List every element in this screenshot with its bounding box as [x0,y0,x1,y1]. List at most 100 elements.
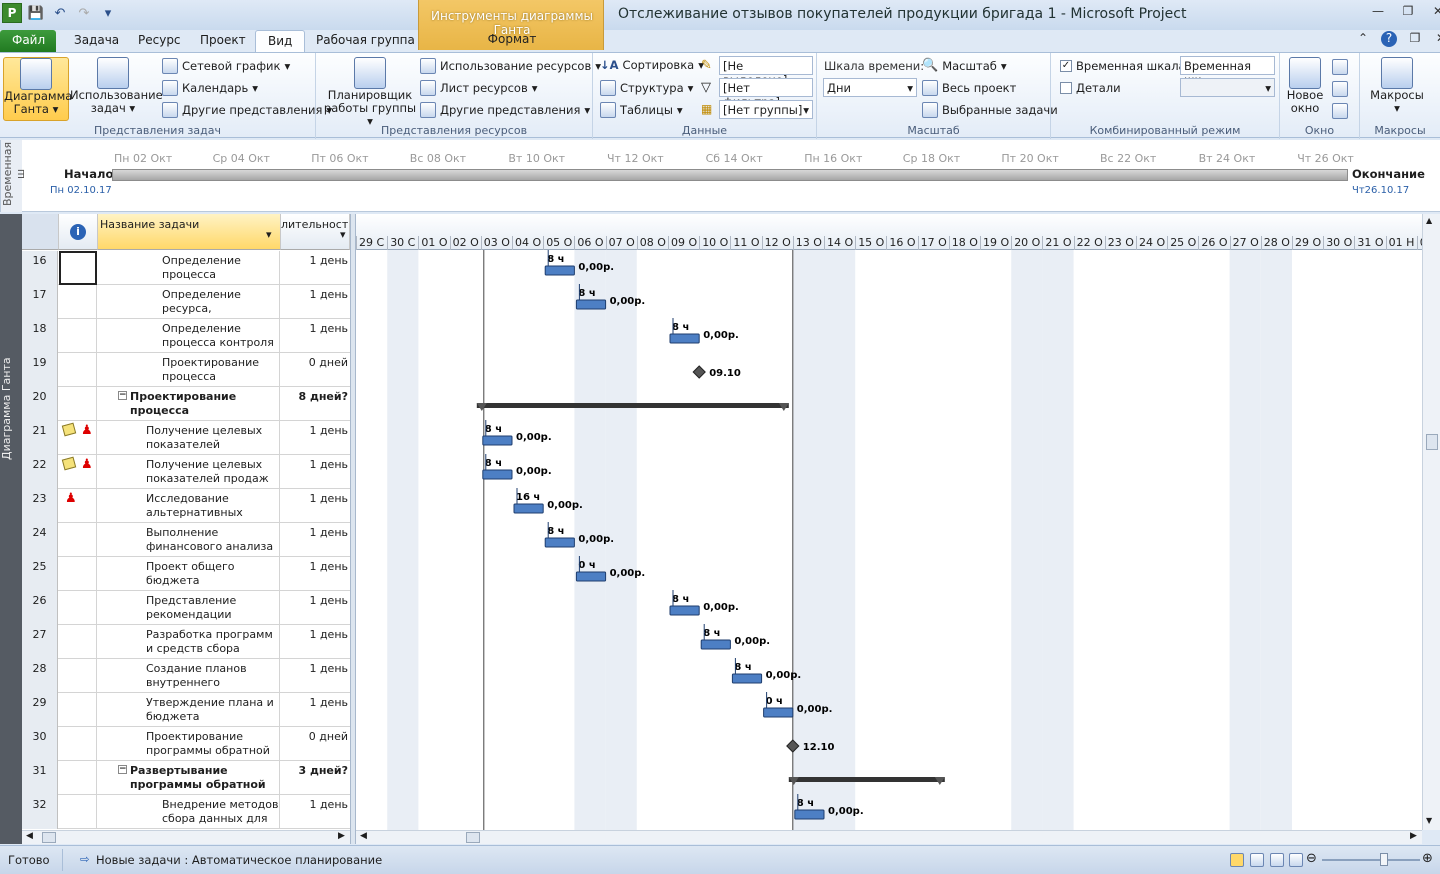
task-duration[interactable]: 0 дней [281,727,350,761]
table-row[interactable]: 26 Представление рекомендации 1 день [22,591,350,625]
scroll-left-icon[interactable]: ◀ [26,831,33,841]
task-duration[interactable]: 1 день [281,421,350,455]
row-id[interactable]: 18 [22,319,58,353]
row-id[interactable]: 19 [22,353,58,387]
row-id[interactable]: 28 [22,659,58,693]
indicator-cell[interactable] [59,659,97,693]
row-id[interactable]: 22 [22,455,58,489]
task-duration[interactable]: 1 день [281,455,350,489]
task-bar[interactable] [794,809,825,820]
tab-resource[interactable]: Ресурс [126,30,193,52]
row-id[interactable]: 25 [22,557,58,591]
team-planner-button[interactable]: Планировщик работы группы ▾ [322,57,418,128]
indicator-cell[interactable] [59,557,97,591]
indicator-cell[interactable] [59,727,97,761]
task-mode-status[interactable]: Новые задачи : Автоматическое планирован… [96,853,382,867]
calendar-button[interactable]: Календарь ▾ [162,80,258,96]
new-window-button[interactable]: Новое окно [1284,57,1326,115]
zoom-button[interactable]: 🔍 Масштаб ▾ [922,58,1007,73]
arrange-icon[interactable] [1332,59,1348,75]
indicator-cell[interactable]: ♟ [59,421,97,455]
row-id[interactable]: 20 [22,387,58,421]
minimize-icon[interactable]: — [1370,4,1386,20]
indicator-cell[interactable] [59,761,97,795]
indicators-header[interactable]: i [59,214,98,250]
row-id[interactable]: 26 [22,591,58,625]
summary-bar[interactable] [788,777,945,782]
tab-project[interactable]: Проект [188,30,258,52]
task-name[interactable]: Утверждение плана и бюджета руководством [98,693,280,727]
timeline-view[interactable]: Временная ш Пн 02 Окт Ср 04 Окт Пт 06 Окт В… [0,140,1440,212]
indicator-cell[interactable] [59,693,97,727]
indicator-cell[interactable]: ♟ [59,489,97,523]
chart-horizontal-scrollbar[interactable]: ◀ ▶ [356,830,1422,844]
task-duration[interactable]: 1 день [281,319,350,353]
name-column-header[interactable]: Название задачи ▾ [98,214,281,250]
resource-sheet-shortcut-icon[interactable] [1289,853,1303,867]
table-row[interactable]: 18 Определение процесса контроля 1 день [22,319,350,353]
collapse-icon[interactable]: − [118,765,127,774]
task-name[interactable]: Создание планов внутреннего [98,659,280,693]
task-bar[interactable] [544,265,575,276]
outline-button[interactable]: Структура ▾ [600,80,693,96]
gantt-chart[interactable]: 29 С 30 С 01 О 02 О 03 О 04 О 05 О 06 О 07 О 08 О… [356,214,1422,830]
task-name[interactable]: Внедрение методов сбора данных для всех [98,795,280,829]
selected-tasks-button[interactable]: Выбранные задачи [922,102,1058,118]
collapse-icon[interactable]: − [118,391,127,400]
indicator-cell[interactable] [59,353,97,387]
task-name[interactable]: Получение целевых показателей продаж [98,455,280,489]
note-icon[interactable] [61,422,77,437]
tab-view[interactable]: Вид [255,30,306,54]
row-id[interactable]: 17 [22,285,58,319]
task-duration[interactable]: 1 день [281,557,350,591]
task-duration[interactable]: 8 дней? [281,387,350,421]
hide-icon[interactable] [1332,103,1348,119]
indicator-cell[interactable] [59,251,97,285]
team-planner-shortcut-icon[interactable] [1270,853,1284,867]
task-duration[interactable]: 1 день [281,285,350,319]
indicator-cell[interactable] [59,523,97,557]
maximize-icon[interactable]: ❐ [1400,4,1416,20]
row-id[interactable]: 29 [22,693,58,727]
row-id[interactable]: 30 [22,727,58,761]
task-name[interactable]: Выполнение финансового анализа [98,523,280,557]
restore-icon[interactable]: ❐ [1407,31,1423,47]
task-bar[interactable] [482,469,513,480]
row-id[interactable]: 32 [22,795,58,829]
sheet-horizontal-scrollbar[interactable]: ◀ ▶ [22,830,350,844]
task-bar[interactable] [575,299,607,310]
row-id[interactable]: 16 [22,251,58,285]
row-id[interactable]: 31 [22,761,58,795]
task-bar[interactable] [669,605,700,616]
highlight-combo[interactable]: [Не выделено]▾ [719,56,813,87]
table-row[interactable]: 24 Выполнение финансового анализа 1 день [22,523,350,557]
person-icon[interactable]: ♟ [81,457,93,472]
scroll-thumb[interactable] [1426,434,1438,450]
macros-button[interactable]: Макросы ▾ [1366,57,1428,115]
row-id[interactable]: 23 [22,489,58,523]
row-id[interactable]: 21 [22,421,58,455]
other-resource-views-button[interactable]: Другие представления ▾ [420,102,590,118]
table-row[interactable]: 27 Разработка программ и средств сбора от… [22,625,350,659]
scroll-right-icon[interactable]: ▶ [1410,831,1417,841]
scroll-left-icon[interactable]: ◀ [360,831,367,841]
note-icon[interactable] [61,456,77,471]
task-bar[interactable] [669,333,700,344]
zoom-slider[interactable] [1322,859,1420,861]
zoom-slider-thumb[interactable] [1380,853,1388,866]
filter-combo[interactable]: [Нет фильтра]▾ [719,78,813,109]
close-icon[interactable]: ✕ [1430,4,1440,20]
task-duration[interactable]: 1 день [281,625,350,659]
summary-bar[interactable] [476,403,789,408]
table-row[interactable]: 29 Утверждение плана и бюджета руководств… [22,693,350,727]
task-name[interactable]: Проектирование процесса [98,353,280,387]
indicator-cell[interactable]: ♟ [59,455,97,489]
select-all-cell[interactable] [22,214,59,250]
task-name[interactable]: − Развертывание программы обратной [98,761,280,795]
scroll-down-icon[interactable]: ▼ [1426,816,1432,825]
resource-sheet-button[interactable]: Лист ресурсов ▾ [420,80,538,96]
help-icon[interactable]: ? [1381,31,1397,47]
indicator-cell[interactable] [59,285,97,319]
table-row[interactable]: 19 Проектирование процесса 0 дней [22,353,350,387]
table-row[interactable]: 31− Развертывание программы обратной 3 дне… [22,761,350,795]
